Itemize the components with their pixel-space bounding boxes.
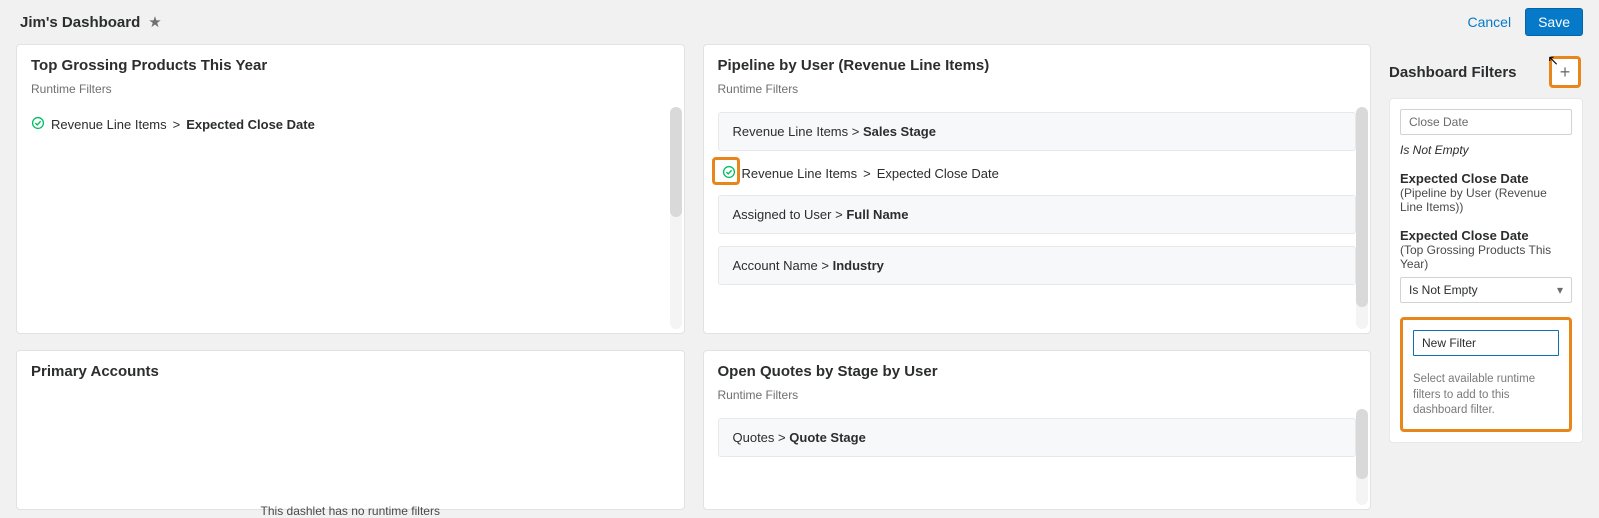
new-filter-help-text: Select available runtime filters to add … xyxy=(1413,372,1559,419)
panel-pipeline: Pipeline by User (Revenue Line Items) Ru… xyxy=(703,44,1372,334)
panel-top-grossing: Top Grossing Products This Year Runtime … xyxy=(16,44,685,334)
empty-state-text: This dashlet has no runtime filters xyxy=(17,504,684,518)
scrollbar-thumb[interactable] xyxy=(1356,409,1368,479)
filter-field: Expected Close Date xyxy=(877,166,999,181)
new-filter-name-input[interactable] xyxy=(1413,330,1559,356)
runtime-filters-label: Runtime Filters xyxy=(704,384,1371,412)
dashboard-filters-panel: Is Not Empty Expected Close Date (Pipeli… xyxy=(1389,98,1583,443)
new-filter-highlight: Select available runtime filters to add … xyxy=(1400,317,1572,432)
chevron-down-icon: ▾ xyxy=(1557,283,1563,297)
filter-field: Full Name xyxy=(846,207,908,222)
filter-field: Quote Stage xyxy=(789,430,866,445)
filter-operator-select[interactable]: Is Not Empty ▾ xyxy=(1400,277,1572,303)
page-title: Jim's Dashboard xyxy=(20,14,140,31)
panel-title: Pipeline by User (Revenue Line Items) xyxy=(704,45,1371,78)
panel-open-quotes: Open Quotes by Stage by User Runtime Fil… xyxy=(703,350,1372,510)
filter-name-input[interactable] xyxy=(1400,109,1572,135)
filter-group-heading: Expected Close Date xyxy=(1400,171,1572,186)
filter-row[interactable]: Account Name > Industry xyxy=(718,246,1357,285)
check-circle-icon xyxy=(31,116,45,132)
filter-row[interactable]: Quotes > Quote Stage xyxy=(718,418,1357,457)
filter-field: Sales Stage xyxy=(863,124,936,139)
scrollbar-thumb[interactable] xyxy=(670,107,682,217)
filter-group-sub: (Pipeline by User (Revenue Line Items)) xyxy=(1400,186,1572,214)
filter-group-heading: Expected Close Date xyxy=(1400,228,1572,243)
filter-group-sub: (Top Grossing Products This Year) xyxy=(1400,243,1572,271)
filter-module: Revenue Line Items xyxy=(733,124,849,139)
panel-title: Open Quotes by Stage by User xyxy=(704,351,1371,384)
filter-condition-text: Is Not Empty xyxy=(1400,143,1572,157)
filter-field: Expected Close Date xyxy=(186,117,315,132)
save-button[interactable]: Save xyxy=(1525,8,1583,36)
sep: > xyxy=(821,258,832,273)
scrollbar-thumb[interactable] xyxy=(1356,107,1368,307)
filter-row[interactable]: Assigned to User > Full Name xyxy=(718,195,1357,234)
add-filter-button[interactable]: + xyxy=(1549,56,1581,88)
filter-module: Revenue Line Items xyxy=(742,166,858,181)
sep: > xyxy=(778,430,789,445)
favorite-star-icon[interactable]: ★ xyxy=(148,13,161,31)
sep: > xyxy=(852,124,863,139)
panel-title: Primary Accounts xyxy=(17,351,684,384)
sep: > xyxy=(173,117,181,132)
panel-title: Top Grossing Products This Year xyxy=(17,45,684,78)
panel-primary-accounts: Primary Accounts This dashlet has no run… xyxy=(16,350,685,510)
top-bar: Jim's Dashboard ★ Cancel Save xyxy=(0,0,1599,44)
filter-row-selected[interactable]: Revenue Line Items > Expected Close Date xyxy=(31,116,670,132)
runtime-filters-label: Runtime Filters xyxy=(704,78,1371,106)
select-value: Is Not Empty xyxy=(1409,283,1478,297)
cancel-button[interactable]: Cancel xyxy=(1467,14,1511,30)
filter-module: Assigned to User xyxy=(733,207,832,222)
runtime-filters-label: Runtime Filters xyxy=(17,78,684,106)
filter-module: Revenue Line Items xyxy=(51,117,167,132)
sep: > xyxy=(863,166,871,181)
sep: > xyxy=(835,207,846,222)
dashboard-filters-title: Dashboard Filters xyxy=(1389,64,1517,81)
filter-module: Account Name xyxy=(733,258,818,273)
filter-row[interactable]: Revenue Line Items > Sales Stage xyxy=(718,112,1357,151)
filter-module: Quotes xyxy=(733,430,775,445)
filter-field: Industry xyxy=(833,258,884,273)
filter-row-selected[interactable]: Revenue Line Items > Expected Close Date xyxy=(718,163,1357,183)
highlight-box xyxy=(712,157,740,185)
